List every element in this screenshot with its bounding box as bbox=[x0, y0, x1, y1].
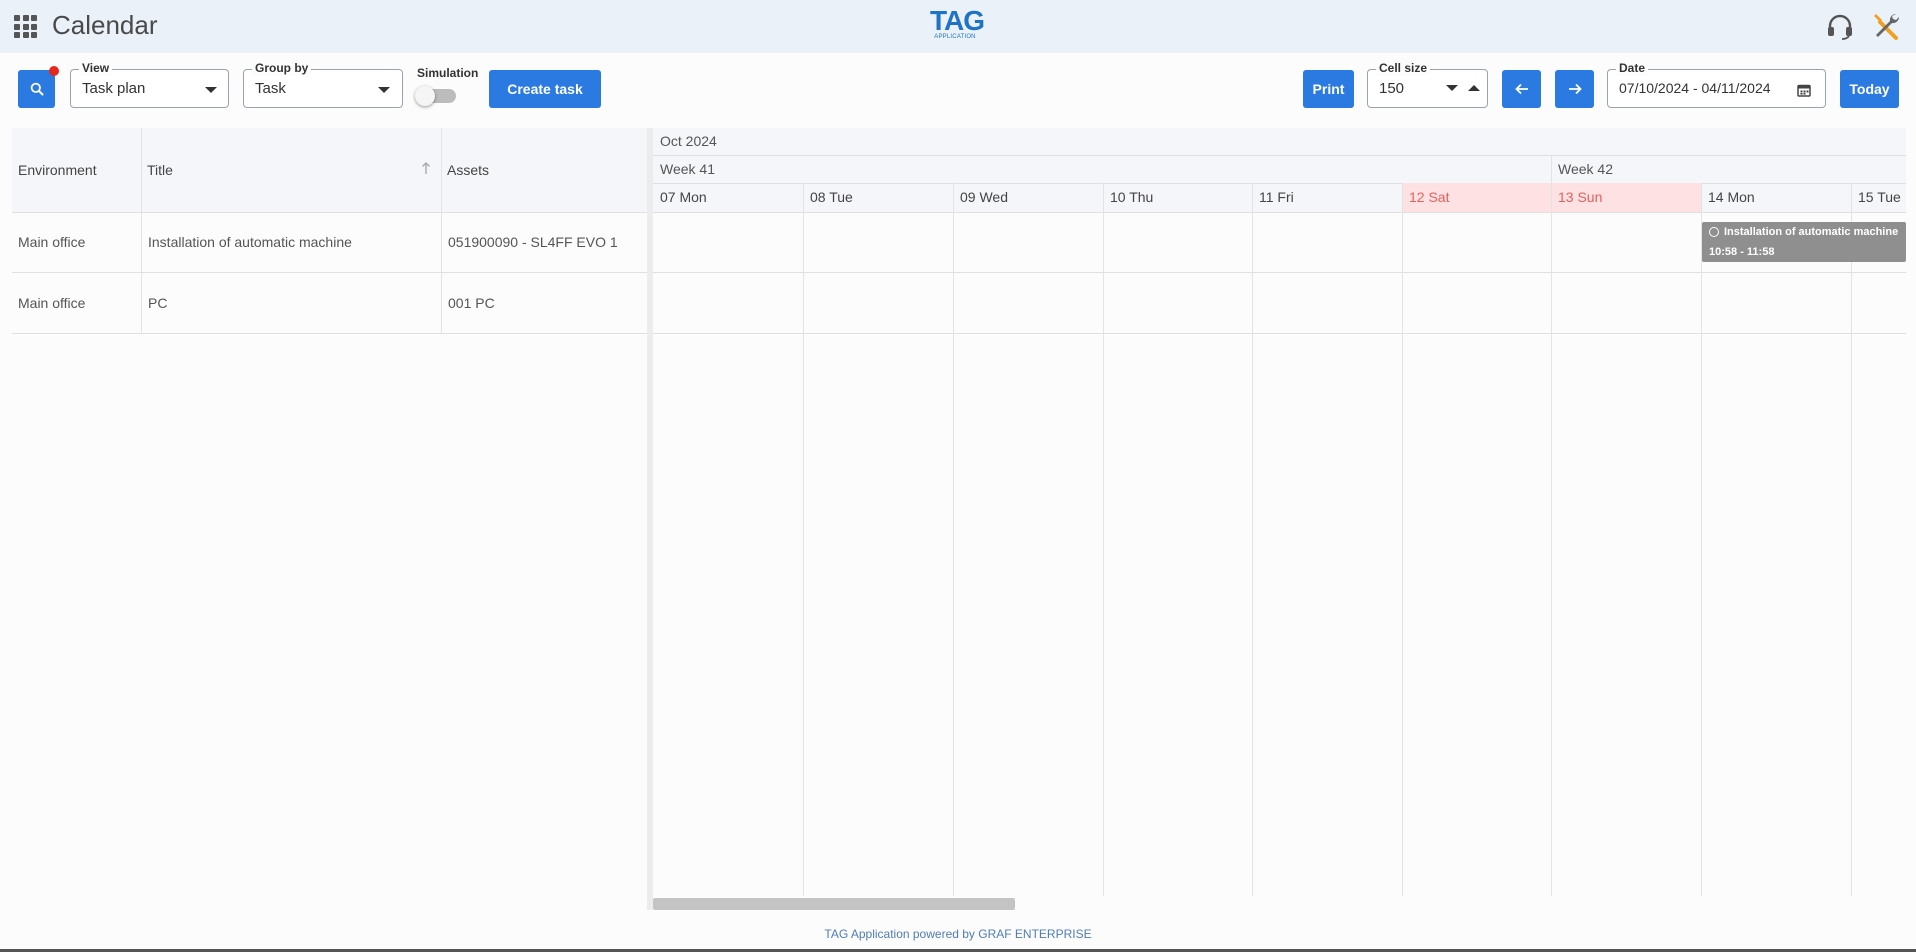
table-row-1-title[interactable]: Installation of automatic machine bbox=[142, 234, 352, 250]
arrow-right-icon bbox=[1568, 83, 1582, 95]
day-header-14-mon[interactable]: 14 Mon bbox=[1701, 183, 1851, 212]
table-row-2-environment[interactable]: Main office bbox=[12, 295, 85, 311]
event-title: Installation of automatic machine bbox=[1724, 226, 1899, 238]
week-41-label: Week 41 bbox=[660, 161, 715, 177]
day-header-08-tue[interactable]: 08 Tue bbox=[803, 183, 953, 212]
previous-button[interactable] bbox=[1502, 70, 1541, 108]
group-by-select[interactable]: Group by Task bbox=[243, 61, 403, 108]
support-headset-icon[interactable] bbox=[1825, 13, 1855, 41]
week-42-label: Week 42 bbox=[1558, 161, 1613, 177]
table-row-2-title[interactable]: PC bbox=[142, 295, 167, 311]
print-button[interactable]: Print bbox=[1303, 70, 1354, 108]
view-select[interactable]: View Task plan bbox=[70, 61, 229, 108]
apps-grid-icon[interactable] bbox=[14, 15, 37, 38]
calendar-icon[interactable] bbox=[1797, 83, 1811, 97]
top-bar: Calendar TAG APPLICATION bbox=[0, 0, 1916, 53]
app-logo: TAG APPLICATION bbox=[930, 5, 985, 41]
horizontal-scrollbar[interactable] bbox=[653, 898, 1015, 910]
notification-badge bbox=[49, 66, 59, 76]
day-header-09-wed[interactable]: 09 Wed bbox=[953, 183, 1103, 212]
day-header-15-tue[interactable]: 15 Tue bbox=[1851, 183, 1906, 212]
page-title: Calendar bbox=[52, 10, 158, 40]
tools-icon[interactable] bbox=[1870, 10, 1902, 42]
sort-arrow-up-icon[interactable] bbox=[421, 161, 431, 175]
increment-icon[interactable] bbox=[1468, 85, 1480, 91]
search-icon bbox=[30, 82, 43, 96]
create-task-button[interactable]: Create task bbox=[489, 70, 601, 108]
search-button[interactable] bbox=[18, 70, 55, 108]
table-row-1-environment[interactable]: Main office bbox=[12, 234, 85, 250]
toggle-knob bbox=[415, 86, 435, 106]
arrow-left-icon bbox=[1514, 83, 1528, 95]
day-header-10-thu[interactable]: 10 Thu bbox=[1103, 183, 1252, 212]
day-header-13-sun[interactable]: 13 Sun bbox=[1551, 183, 1701, 212]
table-row-2-assets[interactable]: 001 PC bbox=[442, 295, 495, 311]
column-header-environment[interactable]: Environment bbox=[12, 128, 141, 212]
footer-text: TAG Application powered by GRAF ENTERPRI… bbox=[824, 927, 1092, 941]
event-time: 10:58 - 11:58 bbox=[1709, 246, 1775, 258]
today-button[interactable]: Today bbox=[1840, 70, 1899, 108]
pane-splitter[interactable] bbox=[647, 128, 653, 910]
status-circle-icon bbox=[1709, 227, 1719, 237]
chevron-down-icon bbox=[378, 87, 390, 93]
simulation-label: Simulation bbox=[417, 66, 479, 80]
simulation-toggle[interactable] bbox=[415, 86, 456, 106]
day-header-11-fri[interactable]: 11 Fri bbox=[1252, 183, 1402, 212]
chevron-down-icon bbox=[205, 87, 217, 93]
cell-size-field[interactable]: Cell size 150 bbox=[1367, 61, 1488, 108]
task-event-bar[interactable]: Installation of automatic machine 10:58 … bbox=[1702, 222, 1906, 262]
table-row-1-assets[interactable]: 051900090 - SL4FF EVO 1 bbox=[442, 234, 618, 250]
column-header-title[interactable]: Title bbox=[141, 128, 441, 212]
decrement-icon[interactable] bbox=[1446, 85, 1458, 91]
day-header-07-mon[interactable]: 07 Mon bbox=[653, 183, 803, 212]
day-header-12-sat[interactable]: 12 Sat bbox=[1402, 183, 1551, 212]
column-header-assets[interactable]: Assets bbox=[441, 128, 647, 212]
timeline-month: Oct 2024 bbox=[660, 133, 717, 149]
date-range-field[interactable]: Date 07/10/2024 - 04/11/2024 bbox=[1607, 61, 1826, 108]
next-button[interactable] bbox=[1555, 70, 1594, 108]
